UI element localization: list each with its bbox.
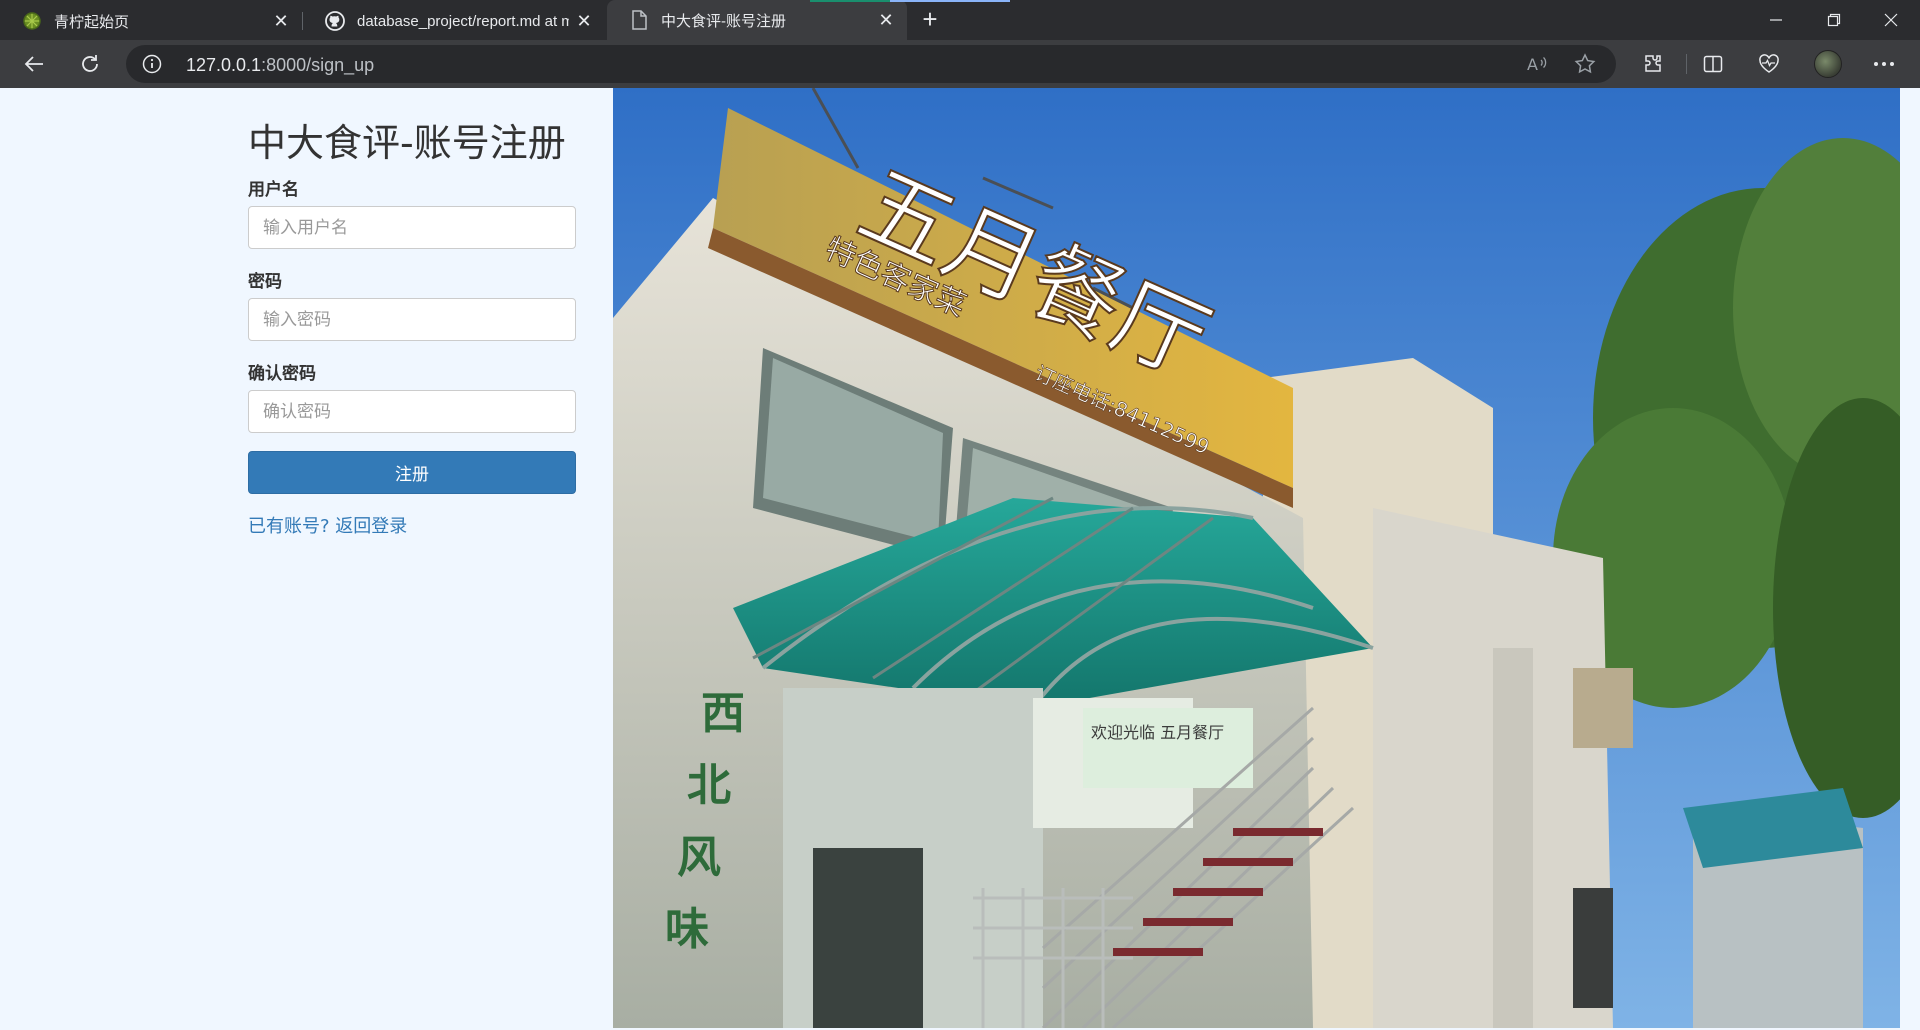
page-icon: [629, 10, 649, 30]
toolbar-divider: [1686, 54, 1687, 74]
tab-progress-bar-tail: [890, 0, 1010, 2]
wall-char: 北: [687, 760, 731, 811]
close-tab-icon[interactable]: ✕: [266, 6, 296, 36]
door-banner-text: 欢迎光临 五月餐厅: [1091, 723, 1224, 742]
tab-sign-up[interactable]: 中大食评-账号注册 ✕: [607, 0, 907, 40]
tab-github-report[interactable]: database_project/report.md at m ✕: [303, 2, 605, 40]
close-tab-icon[interactable]: ✕: [871, 5, 901, 35]
puzzle-icon: [1645, 55, 1661, 72]
wall-char: 风: [677, 832, 721, 883]
heart-pulse-icon: [1759, 54, 1779, 73]
minimize-button[interactable]: [1747, 0, 1805, 40]
split-screen-button[interactable]: [1695, 46, 1731, 82]
confirm-password-label: 确认密码: [248, 364, 316, 384]
close-icon: [1884, 13, 1898, 27]
more-dots-icon: [1874, 62, 1894, 66]
sign-up-form: 中大食评-账号注册 用户名 密码 确认密码 注册 已有账号? 返回登录: [248, 112, 578, 538]
new-tab-button[interactable]: +: [915, 4, 945, 34]
page-scrollbar[interactable]: [1900, 88, 1920, 1030]
username-input[interactable]: [248, 206, 576, 249]
url-host: 127.0.0.1: [186, 55, 262, 75]
back-arrow-icon: [24, 56, 43, 72]
tab-progress-bar: [810, 0, 890, 2]
register-button[interactable]: 注册: [248, 451, 576, 494]
restaurant-photo: 五月餐厅 特色客家菜 订座电话:84112599 西 北 风 味 欢迎光临 五月…: [613, 88, 1900, 1028]
restaurant-photo-illustration: 五月餐厅 特色客家菜 订座电话:84112599 西 北 风 味 欢迎光临 五月…: [613, 88, 1900, 1028]
page-title: 中大食评-账号注册: [248, 121, 566, 165]
svg-text:A: A: [1527, 55, 1538, 74]
tab-title: 中大食评-账号注册: [661, 12, 786, 30]
tab-start-page[interactable]: 青柠起始页 ✕: [0, 2, 302, 40]
site-info-icon[interactable]: [142, 54, 162, 74]
confirm-password-input[interactable]: [248, 390, 576, 433]
github-icon: [325, 11, 345, 31]
wall-char: 味: [665, 904, 709, 955]
wall-char: 西: [701, 688, 745, 739]
profile-avatar[interactable]: [1814, 50, 1842, 78]
close-tab-icon[interactable]: ✕: [569, 6, 599, 36]
password-input[interactable]: [248, 298, 576, 341]
restore-button[interactable]: [1805, 0, 1863, 40]
tab-title: 青柠起始页: [54, 13, 130, 31]
minimize-icon: [1770, 19, 1782, 21]
browser-toolbar: 127.0.0.1:8000/sign_up A: [0, 40, 1920, 88]
browser-essentials-button[interactable]: [1751, 46, 1787, 82]
url-text[interactable]: 127.0.0.1:8000/sign_up: [186, 55, 374, 76]
reload-icon: [82, 55, 98, 72]
tab-title: database_project/report.md at m: [357, 12, 569, 30]
tab-strip: 青柠起始页 ✕ database_project/report.md at m …: [0, 0, 1920, 40]
address-bar[interactable]: 127.0.0.1:8000/sign_up A: [126, 45, 1616, 83]
close-window-button[interactable]: [1862, 0, 1920, 40]
split-screen-icon: [1703, 55, 1723, 73]
url-path: :8000/sign_up: [261, 55, 375, 75]
password-label: 密码: [248, 272, 282, 292]
page-viewport: 中大食评-账号注册 用户名 密码 确认密码 注册 已有账号? 返回登录: [0, 88, 1920, 1030]
back-to-login-link[interactable]: 已有账号? 返回登录: [248, 512, 578, 538]
favorite-star-icon[interactable]: [1572, 51, 1598, 77]
back-button[interactable]: [16, 46, 52, 82]
extensions-button[interactable]: [1635, 46, 1671, 82]
reload-button[interactable]: [72, 46, 108, 82]
restore-icon: [1827, 13, 1841, 27]
more-menu-button[interactable]: [1866, 46, 1902, 82]
read-aloud-icon[interactable]: A: [1524, 51, 1550, 77]
lime-icon: [22, 11, 42, 31]
username-label: 用户名: [248, 180, 299, 200]
